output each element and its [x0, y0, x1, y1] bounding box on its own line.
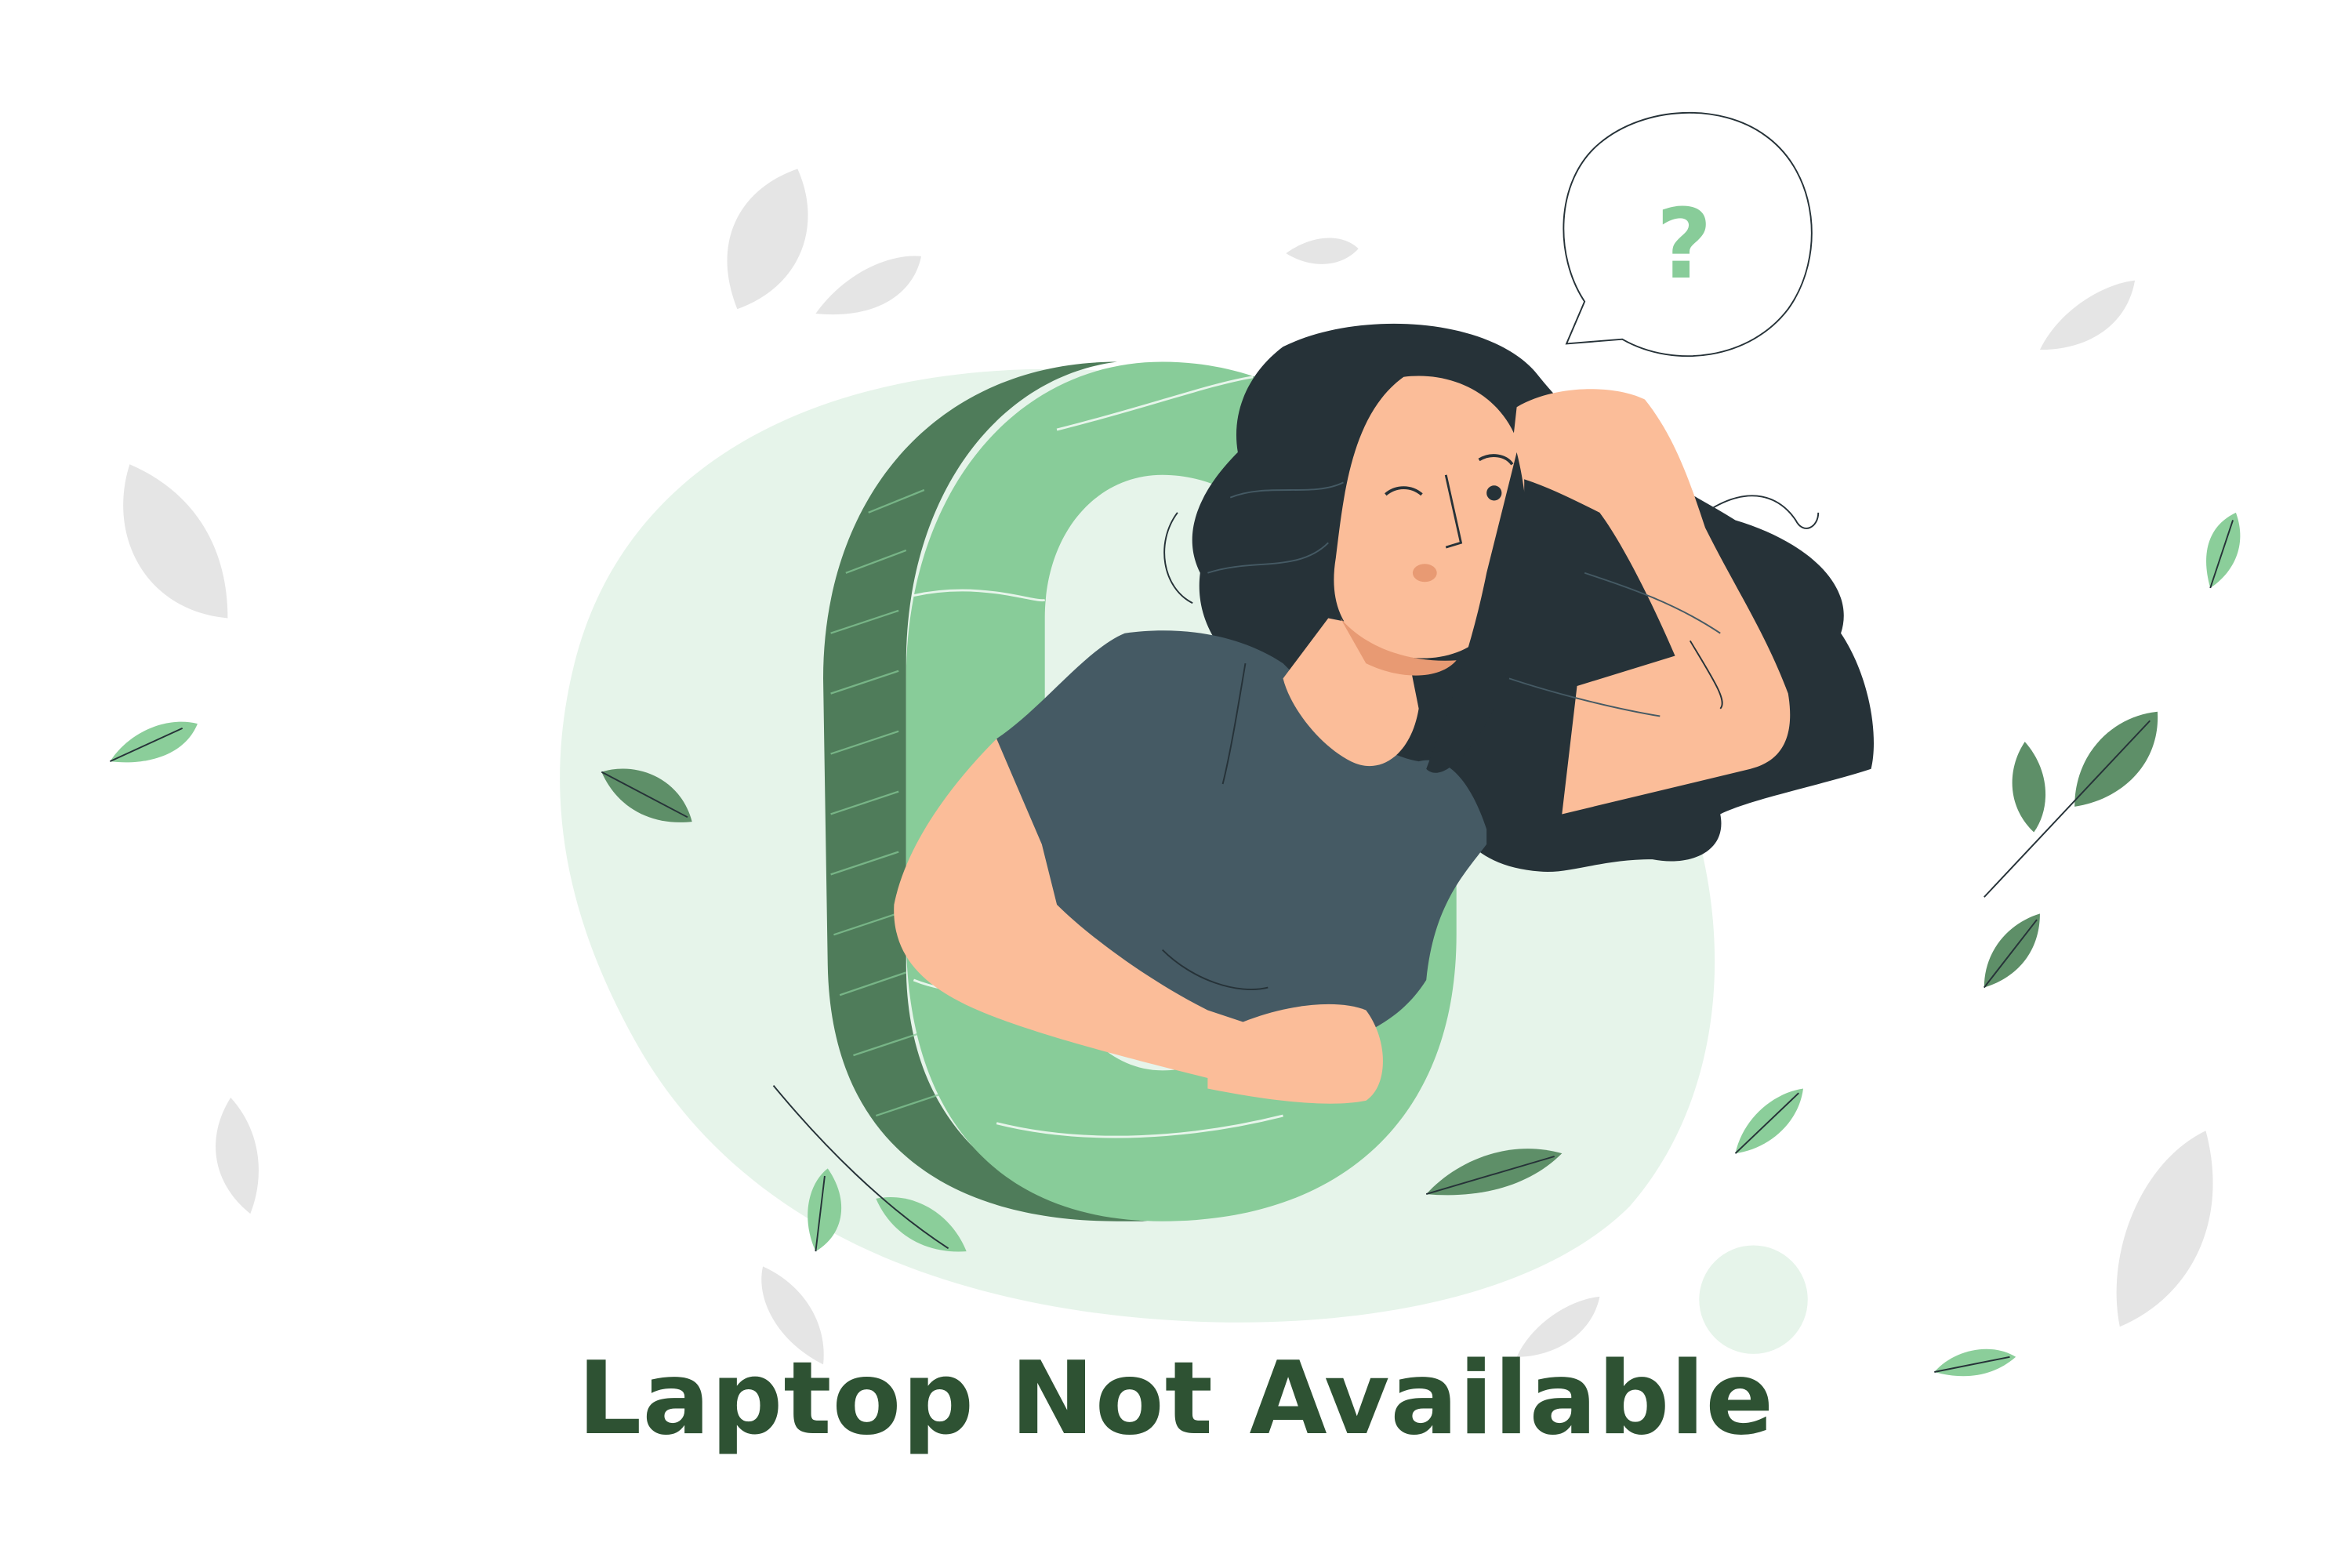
leaf-icon: [123, 464, 228, 619]
leaf-icon: [216, 1098, 259, 1214]
mouth: [1412, 564, 1437, 583]
leaf-icon: [815, 256, 921, 315]
leaf-icon: [2116, 1131, 2213, 1327]
leaf-icon: [2012, 742, 2046, 833]
leaf-icon: [1286, 238, 1359, 264]
status-heading: Laptop Not Available: [577, 1341, 1775, 1457]
empty-state-illustration: ? Laptop Not Available: [0, 0, 2352, 1568]
speech-bubble: ?: [1563, 111, 1813, 358]
leaf-icon: [727, 169, 808, 310]
leaf-icon: [2039, 280, 2136, 350]
question-mark-icon: ?: [1656, 189, 1711, 301]
open-eye: [1486, 485, 1502, 501]
